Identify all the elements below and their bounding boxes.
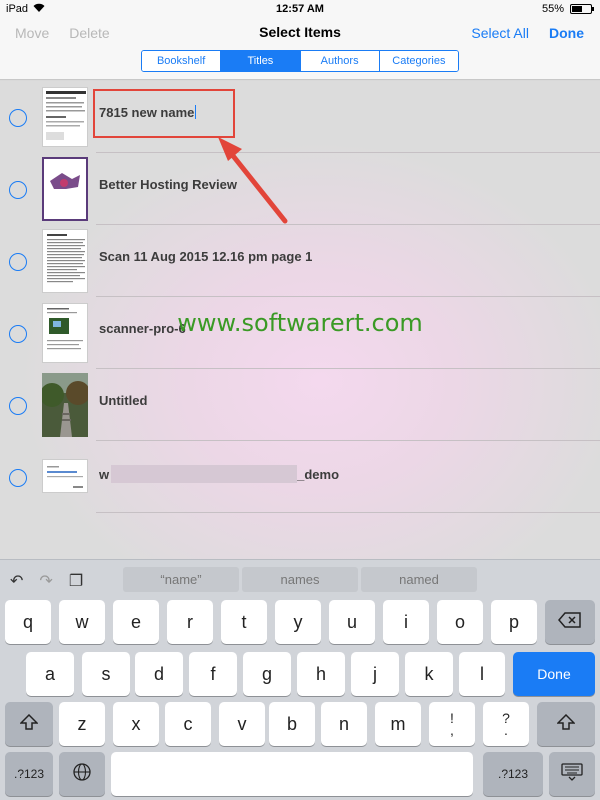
key-g[interactable]: g — [243, 652, 291, 696]
tab-authors[interactable]: Authors — [300, 51, 380, 71]
suggestion-2[interactable]: names — [242, 567, 358, 592]
suggestion-3[interactable]: named — [361, 567, 477, 592]
suggestion-1[interactable]: “name” — [123, 567, 239, 592]
battery-percent: 55% — [541, 3, 564, 15]
key-q[interactable]: q — [5, 600, 51, 644]
key-k[interactable]: k — [405, 652, 453, 696]
shift-icon — [556, 713, 576, 735]
key-r[interactable]: r — [167, 600, 213, 644]
key-t[interactable]: t — [221, 600, 267, 644]
key-i[interactable]: i — [383, 600, 429, 644]
backspace-icon — [558, 611, 582, 633]
shift-key-left[interactable] — [5, 702, 53, 746]
undo-icon[interactable]: ↶ — [10, 571, 23, 591]
key-d[interactable]: d — [135, 652, 183, 696]
globe-key[interactable] — [59, 752, 105, 796]
key-s[interactable]: s — [82, 652, 130, 696]
navigation-bar: Move Delete Select Items Select All Done… — [0, 18, 600, 80]
key-o[interactable]: o — [437, 600, 483, 644]
key-y[interactable]: y — [275, 600, 321, 644]
key-a[interactable]: a — [26, 652, 74, 696]
key-j[interactable]: j — [351, 652, 399, 696]
globe-icon — [73, 762, 91, 786]
select-all-button[interactable]: Select All — [471, 25, 529, 41]
shift-key-right[interactable] — [537, 702, 595, 746]
key-m[interactable]: m — [375, 702, 421, 746]
space-key[interactable] — [111, 752, 473, 796]
backspace-key[interactable] — [545, 600, 595, 644]
key-p[interactable]: p — [491, 600, 537, 644]
tab-bookshelf[interactable]: Bookshelf — [142, 51, 222, 71]
key-exclamation-comma[interactable]: !, — [429, 702, 475, 746]
tab-titles[interactable]: Titles — [221, 51, 301, 71]
key-e[interactable]: e — [113, 600, 159, 644]
sort-segmented-control: Bookshelf Titles Authors Categories — [141, 50, 459, 72]
numbers-key-right[interactable]: .?123 — [483, 752, 543, 796]
key-v[interactable]: v — [219, 702, 265, 746]
items-list: 7815 new name Better Hosting Review Scan… — [0, 81, 600, 559]
key-n[interactable]: n — [321, 702, 367, 746]
keyboard-hide-icon — [561, 762, 583, 786]
key-w[interactable]: w — [59, 600, 105, 644]
key-z[interactable]: z — [59, 702, 105, 746]
key-question-period[interactable]: ?. — [483, 702, 529, 746]
status-time: 12:57 AM — [276, 3, 324, 15]
key-h[interactable]: h — [297, 652, 345, 696]
status-bar: iPad 12:57 AM 55% — [0, 0, 600, 18]
on-screen-keyboard: ↶ ↷ ❐ “name” names named q w e r t y u i… — [0, 559, 600, 800]
key-c[interactable]: c — [165, 702, 211, 746]
numbers-key-left[interactable]: .?123 — [5, 752, 53, 796]
redo-icon[interactable]: ↷ — [39, 571, 52, 591]
done-button[interactable]: Done — [549, 25, 584, 41]
hide-keyboard-key[interactable] — [549, 752, 595, 796]
annotation-arrow — [218, 137, 288, 224]
key-l[interactable]: l — [459, 652, 505, 696]
key-u[interactable]: u — [329, 600, 375, 644]
paste-icon[interactable]: ❐ — [69, 571, 83, 591]
key-b[interactable]: b — [269, 702, 315, 746]
key-f[interactable]: f — [189, 652, 237, 696]
shift-icon — [19, 713, 39, 735]
tab-categories[interactable]: Categories — [379, 51, 458, 71]
keyboard-done-key[interactable]: Done — [513, 652, 595, 696]
battery-icon — [570, 4, 594, 14]
key-x[interactable]: x — [113, 702, 159, 746]
